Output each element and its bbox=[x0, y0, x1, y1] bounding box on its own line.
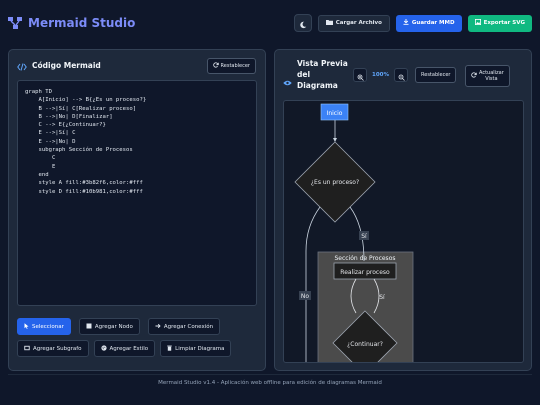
node-start-label: Inicio bbox=[327, 110, 343, 117]
add-subgraph-button[interactable]: Agregar Subgrafo bbox=[17, 340, 89, 357]
theme-toggle-button[interactable] bbox=[293, 14, 312, 33]
editor-title: Código Mermaid bbox=[32, 60, 101, 70]
add-connection-button[interactable]: Agregar Conexión bbox=[147, 318, 221, 335]
app-logo: Mermaid Studio bbox=[8, 14, 135, 33]
node-continue-label: ¿Continuar? bbox=[347, 341, 383, 348]
preview-reset-button[interactable]: Restablecer bbox=[415, 67, 457, 83]
select-tool-label: Seleccionar bbox=[32, 323, 64, 330]
select-tool-button[interactable]: Seleccionar bbox=[17, 318, 71, 335]
trash-icon bbox=[167, 345, 172, 353]
preview-panel-header: Vista Previa del Diagrama bbox=[283, 58, 348, 91]
node-process-label: Realizar proceso bbox=[340, 269, 390, 276]
diagram-svg: Sección de Procesos Inicio ¿Es un proces… bbox=[294, 103, 414, 362]
add-style-button[interactable]: Agregar Estilo bbox=[93, 340, 156, 357]
preview-title-line-2: del bbox=[297, 70, 311, 79]
load-file-label: Cargar Archivo bbox=[335, 20, 382, 26]
folder-icon bbox=[325, 19, 333, 27]
moon-icon bbox=[299, 14, 307, 33]
diagram-icon bbox=[8, 14, 22, 33]
add-node-button[interactable]: Agregar Nodo bbox=[78, 318, 140, 335]
editor-reset-button[interactable]: Restablecer bbox=[206, 58, 256, 74]
editor-panel-header: Código Mermaid Restablecer bbox=[9, 50, 265, 80]
add-connection-label: Agregar Conexión bbox=[163, 323, 214, 330]
zoom-level: 100% bbox=[372, 72, 389, 78]
square-icon bbox=[86, 323, 92, 331]
preview-title-line-3: Diagrama bbox=[297, 81, 338, 90]
layers-icon bbox=[24, 345, 30, 353]
edge-yes-label: Sí bbox=[361, 233, 367, 240]
code-text[interactable]: graph TD A[Inicio] --> B{¿Es un proceso?… bbox=[25, 88, 249, 196]
export-svg-button[interactable]: Exportar SVG bbox=[467, 14, 532, 32]
zoom-controls: 100% bbox=[353, 68, 408, 82]
preview-panel: Vista Previa del Diagrama 100% Restablec… bbox=[274, 49, 532, 371]
download-icon bbox=[403, 19, 409, 27]
refresh-view-label-2: Vista bbox=[485, 76, 498, 82]
preview-reset-label: Restablecer bbox=[421, 72, 451, 78]
tool-row-2: Agregar Subgrafo Agregar Estilo Limpiar … bbox=[17, 340, 232, 357]
export-svg-label: Exportar SVG bbox=[483, 20, 525, 26]
save-mmd-label: Guardar MMD bbox=[411, 20, 455, 26]
add-node-label: Agregar Nodo bbox=[94, 323, 133, 330]
arrow-right-icon bbox=[155, 323, 161, 331]
editor-panel: Código Mermaid Restablecer graph TD A[In… bbox=[8, 49, 266, 371]
image-icon bbox=[474, 19, 481, 27]
app-header: Mermaid Studio Cargar Archivo Guardar MM… bbox=[0, 0, 540, 46]
diagram-canvas[interactable]: Sección de Procesos Inicio ¿Es un proces… bbox=[283, 100, 524, 363]
zoom-out-icon bbox=[398, 66, 405, 85]
zoom-in-button[interactable] bbox=[353, 68, 367, 82]
tool-row-1: Seleccionar Agregar Nodo Agregar Conexió… bbox=[17, 318, 221, 335]
preview-title: Vista Previa del Diagrama bbox=[297, 58, 348, 91]
load-file-button[interactable]: Cargar Archivo bbox=[317, 14, 390, 32]
eye-icon bbox=[283, 71, 292, 90]
preview-title-line-1: Vista Previa bbox=[297, 59, 348, 68]
cursor-icon bbox=[24, 322, 29, 331]
clear-diagram-label: Limpiar Diagrama bbox=[175, 345, 225, 352]
save-mmd-button[interactable]: Guardar MMD bbox=[395, 14, 462, 32]
editor-reset-label: Restablecer bbox=[220, 63, 250, 69]
edge-yes2-label: Sí bbox=[379, 294, 385, 301]
zoom-out-button[interactable] bbox=[394, 68, 408, 82]
code-icon bbox=[17, 56, 27, 75]
refresh-view-button[interactable]: Actualizar Vista bbox=[465, 65, 510, 87]
code-editor[interactable]: graph TD A[Inicio] --> B{¿Es un proceso?… bbox=[17, 80, 257, 306]
clear-diagram-button[interactable]: Limpiar Diagrama bbox=[160, 340, 232, 357]
node-decision-label: ¿Es un proceso? bbox=[311, 179, 359, 186]
sync-icon bbox=[471, 72, 477, 80]
add-style-label: Agregar Estilo bbox=[109, 345, 149, 352]
add-subgraph-label: Agregar Subgrafo bbox=[33, 345, 82, 352]
palette-icon bbox=[100, 344, 107, 353]
app-title: Mermaid Studio bbox=[28, 16, 136, 30]
subgraph-title: Sección de Procesos bbox=[335, 255, 396, 262]
zoom-in-icon bbox=[357, 66, 364, 85]
edge-no-label: No bbox=[301, 293, 309, 300]
footer-divider bbox=[8, 374, 532, 375]
refresh-icon bbox=[212, 62, 219, 70]
edge-arrowhead bbox=[333, 138, 337, 142]
footer: Mermaid Studio v1.4 - Aplicación web off… bbox=[158, 380, 382, 386]
